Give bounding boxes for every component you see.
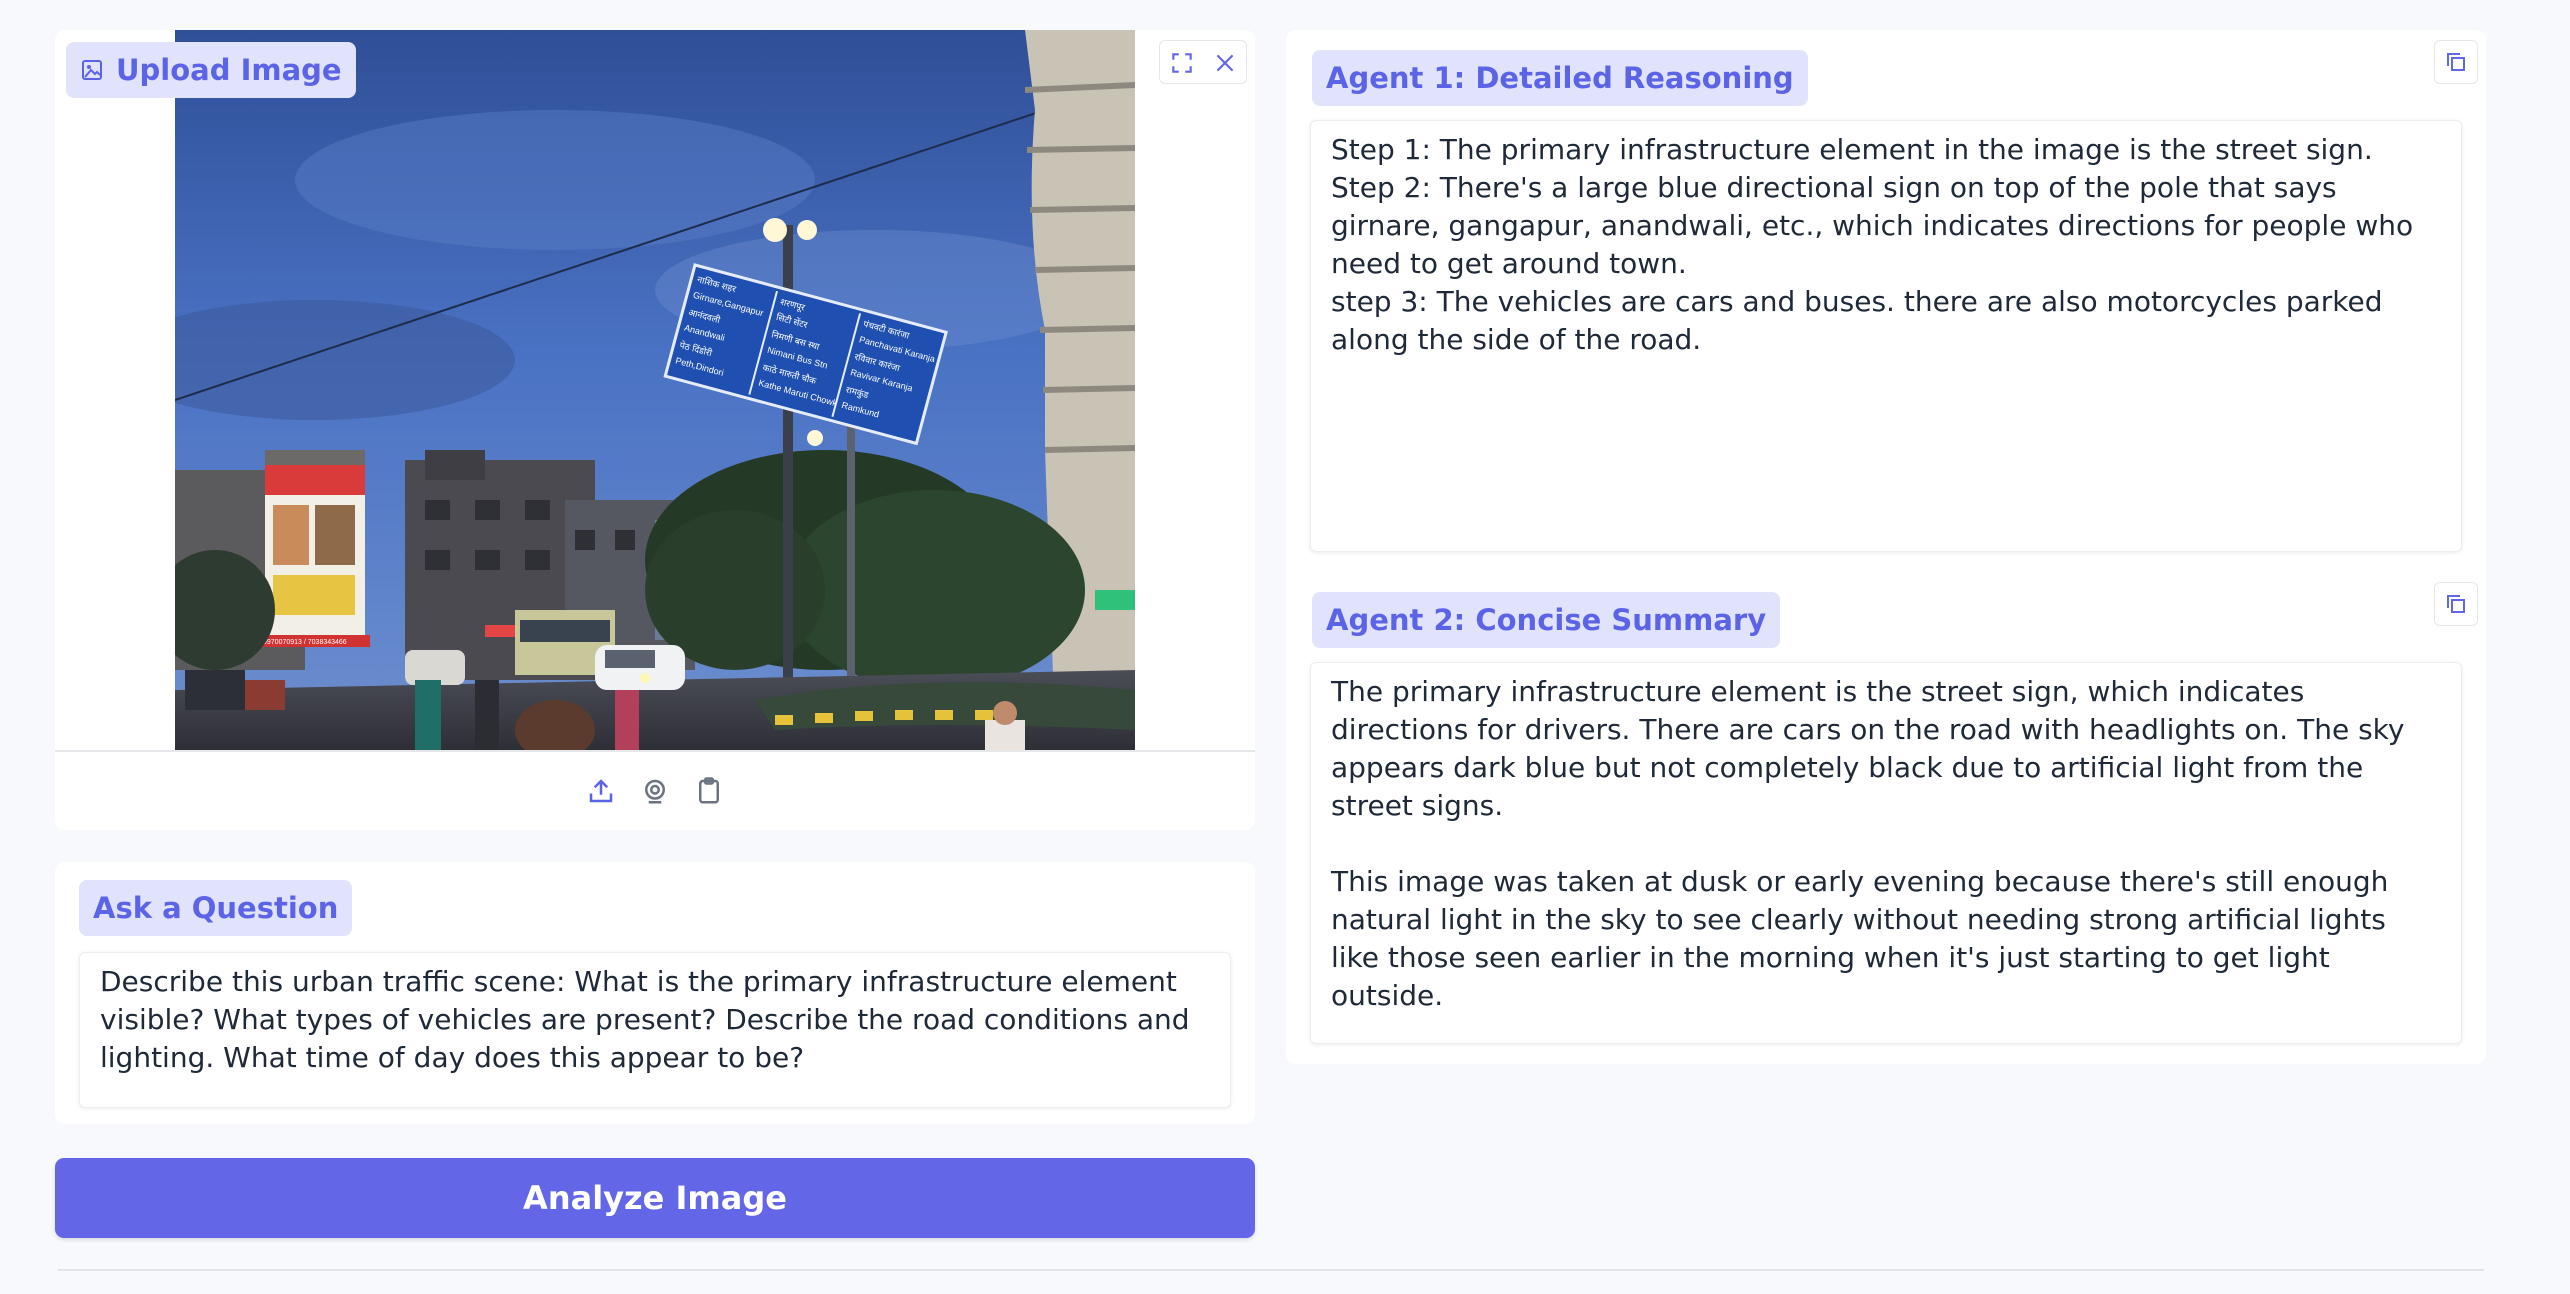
clear-image-button[interactable] — [1203, 41, 1246, 85]
webcam-icon — [645, 779, 665, 804]
agent2-copy-button[interactable] — [2434, 582, 2478, 626]
ask-question-label: Ask a Question — [79, 880, 353, 936]
fullscreen-icon — [1171, 53, 1192, 73]
image-upload-panel: 9970070913 / 7038343466 नाशिक शहर Girnar… — [55, 30, 1255, 830]
webcam-button[interactable] — [638, 774, 672, 808]
agent1-copy-button[interactable] — [2434, 40, 2478, 84]
street-scene-photo: 9970070913 / 7038343466 नाशिक शहर Girnar… — [175, 30, 1135, 750]
upload-file-button[interactable] — [584, 774, 618, 808]
question-panel: Ask a Question Describe this urban traff… — [55, 862, 1255, 1124]
upload-image-label-text: Upload Image — [116, 53, 342, 87]
question-input[interactable]: Describe this urban traffic scene: What … — [79, 952, 1231, 1108]
close-icon — [1216, 54, 1233, 72]
upload-image-label: Upload Image — [66, 42, 356, 98]
agent2-label: Agent 2: Concise Summary — [1312, 592, 1781, 648]
copy-icon — [2447, 595, 2465, 613]
uploaded-image: 9970070913 / 7038343466 नाशिक शहर Girnar… — [175, 30, 1135, 750]
paste-clipboard-button[interactable] — [692, 774, 726, 808]
agent1-output: Step 1: The primary infrastructure eleme… — [1310, 120, 2462, 552]
billboard-phone: 9970070913 / 7038343466 — [263, 639, 347, 646]
clipboard-icon — [699, 777, 719, 804]
agent1-label-text: Agent 1: Detailed Reasoning — [1326, 61, 1794, 95]
agent2-output: The primary infrastructure element is th… — [1310, 662, 2462, 1044]
results-panel: Agent 1: Detailed Reasoning Step 1: The … — [1286, 30, 2486, 1064]
footer-divider — [58, 1269, 2484, 1271]
image-icon — [82, 60, 102, 80]
ask-question-label-text: Ask a Question — [93, 891, 339, 925]
agent1-label: Agent 1: Detailed Reasoning — [1312, 50, 1808, 106]
copy-icon — [2447, 53, 2465, 71]
upload-icon — [589, 779, 613, 803]
image-source-toolbar — [55, 752, 1255, 830]
image-actions — [1159, 40, 1247, 84]
agent2-label-text: Agent 2: Concise Summary — [1326, 603, 1767, 637]
fullscreen-button[interactable] — [1160, 41, 1203, 85]
analyze-image-button[interactable]: Analyze Image — [55, 1158, 1255, 1238]
